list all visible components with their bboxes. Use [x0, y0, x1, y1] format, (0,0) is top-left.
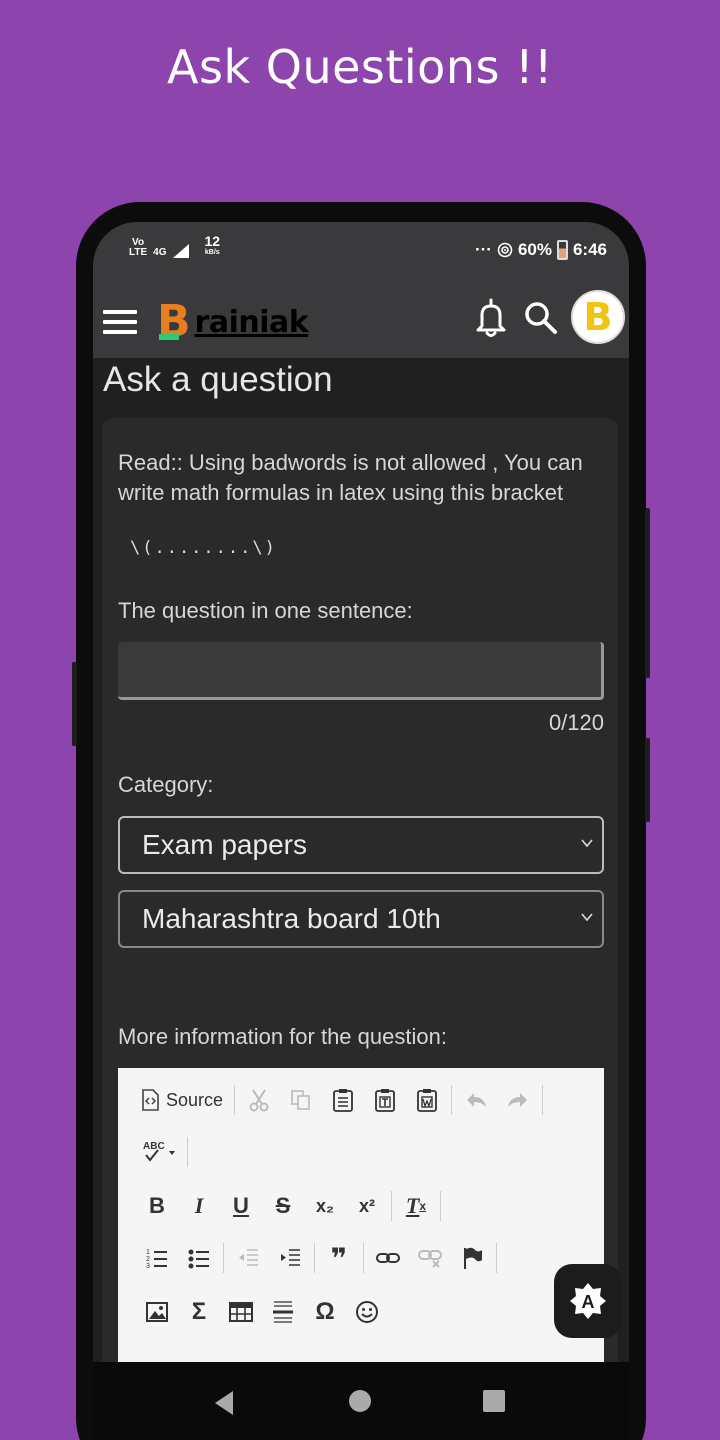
phone-side-button: [645, 738, 650, 822]
outdent-icon[interactable]: [227, 1239, 269, 1277]
unlink-icon[interactable]: [409, 1239, 451, 1277]
spellcheck-icon[interactable]: ABC: [136, 1133, 184, 1171]
main-content: Ask a question Read:: Using badwords is …: [93, 358, 629, 1362]
anchor-flag-icon[interactable]: [451, 1239, 493, 1277]
cut-icon[interactable]: [238, 1081, 280, 1119]
image-icon[interactable]: [136, 1293, 178, 1331]
chevron-down-icon: [581, 913, 593, 922]
bullet-list-icon[interactable]: [178, 1239, 220, 1277]
link-icon[interactable]: [367, 1239, 409, 1277]
paste-icon[interactable]: [322, 1081, 364, 1119]
table-icon[interactable]: [220, 1293, 262, 1331]
signal-icon: [172, 244, 189, 258]
avatar[interactable]: B: [571, 290, 625, 344]
app-bar: B rainiak B: [93, 290, 629, 358]
phone-screen: Vo LTE 4G 12 kB/s ··· 60% 6:46 B rainiak…: [93, 222, 629, 1440]
smiley-icon[interactable]: [346, 1293, 388, 1331]
omega-icon[interactable]: Ω: [304, 1293, 346, 1331]
status-bar: Vo LTE 4G 12 kB/s ··· 60% 6:46: [93, 222, 629, 292]
hotspot-icon: [497, 242, 513, 258]
promo-title: Ask Questions !!: [167, 40, 553, 94]
back-icon[interactable]: [211, 1388, 241, 1418]
char-counter: 0/120: [548, 710, 604, 735]
brand-logo[interactable]: B rainiak: [157, 296, 309, 347]
paste-text-icon[interactable]: [364, 1081, 406, 1119]
fab-label: A: [582, 1292, 595, 1312]
network-speed-unit: kB/s: [204, 249, 220, 256]
remove-format-label: T: [405, 1193, 420, 1218]
phone-side-button: [645, 508, 650, 678]
numbered-list-icon[interactable]: 123: [136, 1239, 178, 1277]
undo-icon[interactable]: [455, 1081, 497, 1119]
bell-icon[interactable]: [473, 296, 509, 342]
category-select[interactable]: Exam papers: [118, 816, 604, 874]
indent-icon[interactable]: [269, 1239, 311, 1277]
superscript-button[interactable]: x²: [346, 1187, 388, 1225]
home-icon[interactable]: [349, 1390, 371, 1412]
subcategory-select-value: Maharashtra board 10th: [142, 903, 441, 934]
logo-text: rainiak: [194, 305, 309, 340]
subscript-button[interactable]: x₂: [304, 1187, 346, 1225]
remove-format-button[interactable]: Tx: [395, 1187, 437, 1225]
battery-icon: [556, 240, 568, 260]
subcategory-select[interactable]: Maharashtra board 10th: [118, 890, 604, 948]
paste-word-icon[interactable]: [406, 1081, 448, 1119]
battery-percent: 60%: [517, 240, 552, 259]
editor-toolbar-row: 123 ❞: [136, 1238, 500, 1278]
source-button[interactable]: Source: [136, 1081, 231, 1119]
svg-text:ABC: ABC: [143, 1141, 165, 1152]
chevron-down-icon: [581, 839, 593, 848]
logo-letter: B: [157, 296, 191, 347]
sigma-icon[interactable]: Σ: [178, 1293, 220, 1331]
phone-frame: Vo LTE 4G 12 kB/s ··· 60% 6:46 B rainiak…: [72, 202, 650, 1440]
copy-icon[interactable]: [280, 1081, 322, 1119]
source-icon: [142, 1089, 159, 1111]
rules-notice: Read:: Using badwords is not allowed , Y…: [118, 450, 583, 505]
editor-toolbar-row: ABC: [136, 1132, 191, 1172]
blockquote-icon[interactable]: ❞: [318, 1239, 360, 1277]
phone-side-button: [72, 662, 77, 746]
volte-icon: Vo LTE: [129, 237, 148, 258]
recents-icon[interactable]: [483, 1390, 505, 1412]
redo-icon[interactable]: [497, 1081, 539, 1119]
latex-example: \(........\): [130, 538, 277, 558]
more-info-label: More information for the question:: [118, 1024, 447, 1049]
horizontal-line-icon[interactable]: [262, 1293, 304, 1331]
search-icon[interactable]: [521, 298, 561, 338]
page-title: Ask a question: [103, 360, 333, 399]
svg-text:1: 1: [146, 1249, 150, 1256]
editor-toolbar-row: Σ Ω: [136, 1292, 388, 1332]
avatar-letter: B: [583, 295, 613, 339]
category-select-value: Exam papers: [142, 829, 307, 860]
editor-toolbar-row: B I U S x₂ x² Tx: [136, 1186, 444, 1226]
category-label: Category:: [118, 772, 214, 797]
source-label: Source: [166, 1089, 224, 1110]
question-label: The question in one sentence:: [118, 598, 413, 623]
system-nav-bar: [93, 1362, 629, 1440]
rich-text-editor[interactable]: Source ABC B I U S x₂ x² T x 1 2 3 ❞ Σ Ω: [118, 1068, 604, 1362]
editor-toolbar-row: Source: [136, 1080, 546, 1120]
question-form-card: Read:: Using badwords is not allowed , Y…: [102, 418, 618, 1362]
italic-button[interactable]: I: [178, 1187, 220, 1225]
question-input[interactable]: [118, 642, 604, 700]
auto-brightness-icon[interactable]: A: [554, 1264, 622, 1338]
more-notifications-icon: ···: [474, 240, 492, 259]
underline-button[interactable]: U: [220, 1187, 262, 1225]
bold-button[interactable]: B: [136, 1187, 178, 1225]
network-speed: 12 kB/s: [204, 234, 221, 258]
network-type: 4G: [153, 247, 167, 258]
svg-text:2: 2: [146, 1256, 150, 1263]
clock: 6:46: [572, 240, 607, 259]
hamburger-menu-icon[interactable]: [101, 302, 139, 342]
svg-text:3: 3: [146, 1263, 150, 1269]
strikethrough-button[interactable]: S: [262, 1187, 304, 1225]
